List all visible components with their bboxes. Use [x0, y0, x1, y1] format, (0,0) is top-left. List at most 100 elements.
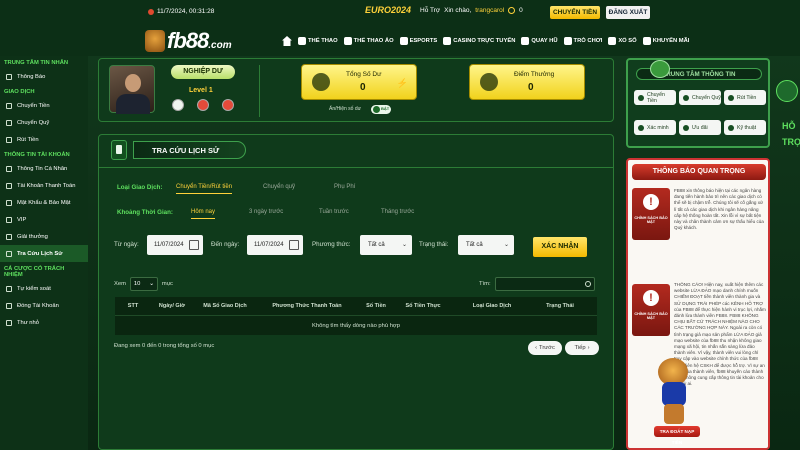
main-nav: THỂ THAO THỂ THAO ẢO ESPORTS CASINO TRỰC… [282, 36, 689, 46]
to-date-label: Đến ngày: [211, 241, 240, 248]
hide-balance-toggle[interactable]: BẬT [371, 105, 391, 114]
euro2024-banner[interactable]: EURO2024 [365, 5, 411, 15]
home-icon[interactable] [282, 36, 292, 46]
phone-icon[interactable] [222, 99, 234, 111]
fb88-logo[interactable]: fb88.com [145, 28, 232, 54]
logo-text: fb88.com [167, 28, 232, 53]
deposit-icon [6, 102, 12, 109]
slots-icon [521, 37, 530, 45]
nav-sports[interactable]: THỂ THAO [298, 37, 338, 45]
sidebar-item-transfer[interactable]: Chuyển Quỹ [0, 114, 88, 131]
status-select[interactable]: Tất cả ⌄ [458, 235, 514, 255]
nav-live-casino[interactable]: CASINO TRỰC TUYẾN [443, 37, 515, 45]
col-transaction-type[interactable]: Loại Giao Dịch [451, 303, 533, 309]
col-payment-method[interactable]: Phương Thức Thanh Toán [257, 303, 357, 309]
nav-slots[interactable]: QUAY HŨ [521, 37, 558, 45]
withdraw-icon [6, 136, 12, 143]
tab-deposit-withdraw[interactable]: Chuyển Tiền/Rút tiền [176, 184, 233, 194]
virtual-sports-icon [343, 37, 352, 45]
from-date-input[interactable]: 11/07/2024 [147, 235, 203, 255]
power-icon [6, 302, 12, 309]
level-text: Level 1 [189, 87, 213, 94]
sidebar-item-history[interactable]: Tra Cứu Lịch Sử [0, 245, 88, 262]
col-transaction-id[interactable]: Mã Số Giao Dịch [193, 303, 257, 309]
bell-icon[interactable] [508, 7, 516, 14]
nav-esports[interactable]: ESPORTS [399, 37, 437, 45]
col-actual-amount[interactable]: Số Tiền Thực [395, 303, 451, 309]
next-page-button[interactable]: Tiếp › [565, 341, 599, 355]
tab-fees[interactable]: Phụ Phí [334, 184, 355, 190]
sidebar-item-mail[interactable]: Thư nhỏ [0, 314, 88, 331]
tab-today[interactable]: Hôm nay [191, 209, 216, 219]
info-center-box: TRUNG TÂM THÔNG TIN Chuyển Tiền Chuyển Q… [626, 58, 770, 148]
sidebar-item-withdraw[interactable]: Rút Tiền [0, 131, 88, 148]
points-label: Điểm Thưởng [514, 71, 555, 78]
nav-promotions[interactable]: KHUYẾN MÃI [642, 37, 689, 45]
confirm-button[interactable]: XÁC NHẬN [533, 237, 587, 257]
mail-icon [6, 319, 12, 326]
sidebar-item-security[interactable]: Mật Khẩu & Bảo Mật [0, 194, 88, 211]
method-select[interactable]: Tất cả ⌄ [360, 235, 412, 255]
user-info: Hỗ Trợ Xin chào, trangcarol 0 [420, 7, 523, 14]
document-icon [111, 140, 127, 160]
sidebar-item-deposit[interactable]: Chuyển Tiền [0, 97, 88, 114]
col-datetime[interactable]: Ngày/ Giờ [151, 303, 193, 309]
chat-bubble-icon [650, 60, 670, 78]
deposit-button[interactable]: CHUYỂN TIỀN [550, 6, 600, 19]
headset-icon[interactable] [776, 80, 798, 102]
sidebar-item-notifications[interactable]: Thông Báo [0, 68, 88, 85]
verify-icon [638, 124, 644, 131]
search-input[interactable] [494, 277, 595, 291]
gift-icon [683, 124, 689, 131]
promo-badge[interactable]: TRA ĐOÁT NẠP TIỀN [654, 426, 700, 445]
sidebar-item-rewards[interactable]: Giải thưởng [0, 228, 88, 245]
calendar-icon[interactable] [289, 240, 299, 250]
sidebar-item-payment-accounts[interactable]: Tài Khoản Thanh Toán [0, 177, 88, 194]
status-label: Trạng thái: [419, 241, 449, 248]
info-btn-transfer[interactable]: Chuyển Quỹ [679, 90, 721, 105]
tab-3-days[interactable]: 3 ngày trước [249, 209, 283, 215]
col-amount[interactable]: Số Tiền [357, 303, 395, 309]
nav-lottery[interactable]: XỔ SỐ [608, 37, 637, 45]
history-title: TRA CỨU LỊCH SỬ [111, 139, 247, 161]
info-btn-deposit[interactable]: Chuyển Tiền [634, 90, 676, 105]
sidebar-item-self-control[interactable]: Tự kiểm soát [0, 280, 88, 297]
warning-icon: ! [643, 194, 659, 210]
support-strip[interactable]: HỖ TRỢ [772, 58, 800, 450]
page-root: 11/7/2024, 00:31:28 EURO2024 Hỗ Trợ Xin … [0, 0, 800, 450]
logout-button[interactable]: ĐĂNG XUẤT [606, 6, 650, 19]
important-notice: THÔNG BÁO QUAN TRỌNG ! CHÍNH SÁCH BẢO MẬT… [626, 158, 770, 450]
info-btn-tech[interactable]: Kỹ thuật [724, 120, 766, 135]
col-stt[interactable]: STT [115, 303, 151, 309]
user-settings-icon[interactable] [172, 99, 184, 111]
refresh-icon[interactable]: ⚡ [397, 78, 408, 89]
sidebar-item-profile[interactable]: Thông Tin Cá Nhân [0, 160, 88, 177]
chevron-right-icon: › [587, 345, 590, 351]
to-date-input[interactable]: 11/07/2024 [247, 235, 303, 255]
tab-last-week[interactable]: Tuần trước [319, 209, 349, 215]
prev-page-button[interactable]: ‹ Trước [528, 341, 562, 355]
balance-value: 0 [360, 82, 366, 93]
nav-virtual-sports[interactable]: THỂ THAO ẢO [343, 37, 394, 45]
tab-transfer[interactable]: Chuyển quỹ [263, 184, 295, 190]
sidebar-item-close-account[interactable]: Đóng Tài Khoản [0, 297, 88, 314]
points-icon [480, 73, 498, 91]
support-link[interactable]: Hỗ Trợ [420, 7, 440, 14]
mail-icon[interactable] [197, 99, 209, 111]
calendar-icon[interactable] [189, 240, 199, 250]
col-status[interactable]: Trạng Thái [533, 303, 587, 309]
info-btn-promo[interactable]: Ưu đãi [679, 120, 721, 135]
info-btn-verify[interactable]: Xác minh [634, 120, 676, 135]
coins-icon [312, 73, 330, 91]
nav-games[interactable]: TRÒ CHƠI [563, 37, 602, 45]
mascot-illustration [650, 358, 698, 428]
sidebar-section-messages: TRUNG TÂM TIN NHẮN [4, 60, 69, 66]
support-label[interactable]: HỖ TRỢ [782, 118, 800, 150]
sidebar-item-vip[interactable]: VIP [0, 211, 88, 228]
right-column: TRUNG TÂM THÔNG TIN Chuyển Tiền Chuyển Q… [626, 58, 770, 450]
page-size-select[interactable]: 10 ⌄ [129, 277, 158, 291]
tab-last-month[interactable]: Tháng trước [381, 209, 414, 215]
warning-icon: ! [643, 290, 659, 306]
mascot-icon [145, 30, 165, 52]
info-btn-withdraw[interactable]: Rút Tiền [724, 90, 766, 105]
